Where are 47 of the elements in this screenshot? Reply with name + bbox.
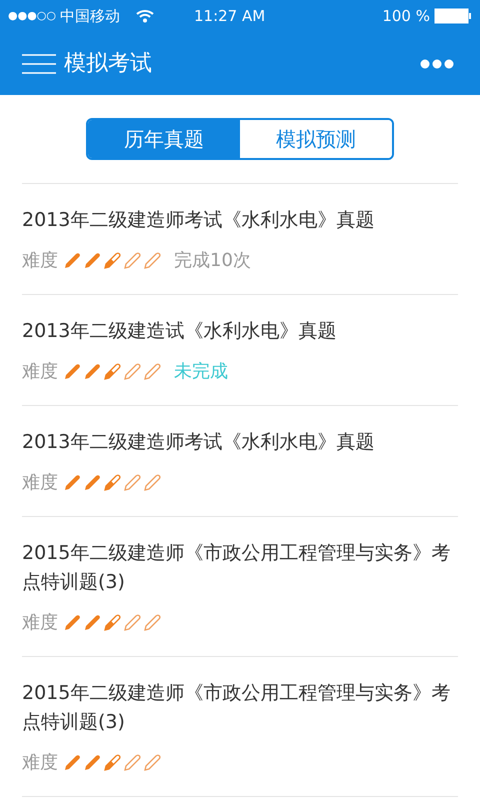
pencil-icon (82, 472, 102, 492)
battery-percent: 100 % (382, 6, 430, 27)
pencil-half-icon (102, 752, 122, 772)
wifi-icon (136, 9, 154, 23)
pencil-outline-icon (142, 752, 162, 772)
pencil-icon (62, 612, 82, 632)
tab[interactable]: 历年真题 (88, 120, 240, 158)
exam-title[interactable]: 2015年二级建造师《市政公用工程管理与实务》考点特训题(3) (22, 679, 458, 737)
pencil-half-icon (102, 612, 122, 632)
pencil-outline-icon (122, 362, 142, 382)
menu-icon[interactable] (22, 52, 56, 74)
clock-time: 11:27 AM (194, 6, 266, 27)
pencil-icon (62, 250, 82, 270)
exam-title[interactable]: 2013年二级建造师考试《水利水电》真题 (22, 206, 458, 235)
completion-status: 未完成 (174, 360, 228, 384)
exam-title[interactable]: 2015年二级建造师《市政公用工程管理与实务》考点特训题(3) (22, 539, 458, 597)
difficulty-label: 难度 (22, 751, 58, 775)
pencil-icon (82, 250, 102, 270)
pencil-half-icon (102, 472, 122, 492)
pencil-outline-icon (142, 472, 162, 492)
pencil-icon (62, 362, 82, 382)
exam-title[interactable]: 2013年二级建造师考试《水利水电》真题 (22, 428, 458, 457)
page-title: 模拟考试 (64, 50, 152, 78)
difficulty-label: 难度 (22, 249, 58, 273)
pencil-icon (62, 472, 82, 492)
pencil-icon (82, 752, 102, 772)
signal-dots: ●●●○○ (8, 8, 56, 24)
pencil-outline-icon (122, 250, 142, 270)
pencil-half-icon (102, 250, 122, 270)
difficulty-label: 难度 (22, 471, 58, 495)
pencil-icon (82, 362, 102, 382)
carrier-name: 中国移动 (60, 6, 120, 27)
difficulty-label: 难度 (22, 611, 58, 635)
battery-icon (434, 8, 472, 24)
pencil-outline-icon (122, 472, 142, 492)
exam-title[interactable]: 2013年二级建造试《水利水电》真题 (22, 317, 458, 346)
pencil-icon (62, 752, 82, 772)
pencil-outline-icon (142, 612, 162, 632)
difficulty-label: 难度 (22, 360, 58, 384)
pencil-icon (82, 612, 102, 632)
more-icon[interactable] (420, 58, 454, 68)
pencil-outline-icon (122, 612, 142, 632)
pencil-outline-icon (142, 362, 162, 382)
pencil-outline-icon (142, 250, 162, 270)
pencil-half-icon (102, 362, 122, 382)
pencil-outline-icon (122, 752, 142, 772)
completion-status: 完成10次 (174, 249, 251, 273)
